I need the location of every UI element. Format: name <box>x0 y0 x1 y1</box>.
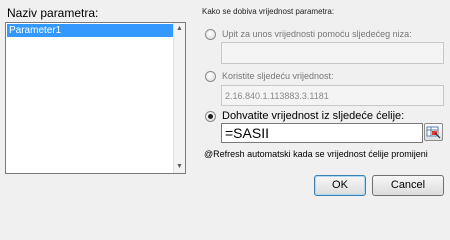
constant-value-text: 2.16.840.1.113883.3.1181 <box>225 91 329 101</box>
cancel-button[interactable]: Cancel <box>372 175 444 196</box>
cell-reference-option-radio[interactable] <box>205 111 216 122</box>
scroll-down-arrow-icon[interactable]: ▼ <box>174 161 185 173</box>
constant-value-option-radio[interactable] <box>205 71 216 82</box>
refresh-on-change-label[interactable]: @Refresh automatski kada se vrijednost ć… <box>204 149 428 159</box>
parameter-listbox[interactable]: Parameter1 ▲ ▼ <box>5 22 186 174</box>
prompt-option-radio[interactable] <box>205 29 216 40</box>
list-item[interactable]: Parameter1 <box>7 24 174 37</box>
ok-button[interactable]: OK <box>314 175 366 196</box>
prompt-option-label: Upit za unos vrijednosti pomoću sljedeće… <box>222 29 412 39</box>
constant-value-input[interactable]: 2.16.840.1.113883.3.1181 <box>221 85 444 106</box>
list-scrollbar[interactable]: ▲ ▼ <box>173 23 185 173</box>
cell-reference-option-label: Dohvatite vrijednost iz sljedeće ćelije: <box>222 110 405 122</box>
cell-reference-input[interactable]: =SASII <box>221 123 423 143</box>
constant-value-option-label: Koristite sljedeću vrijednost: <box>222 71 334 81</box>
cell-reference-text: =SASII <box>225 125 269 141</box>
parameter-list-heading: Naziv parametra: <box>7 6 99 20</box>
range-select-icon[interactable] <box>424 123 443 141</box>
scroll-up-arrow-icon[interactable]: ▲ <box>174 23 185 35</box>
value-source-group-title: Kako se dobiva vrijednost parametra: <box>202 7 335 16</box>
prompt-string-input[interactable] <box>221 42 444 64</box>
